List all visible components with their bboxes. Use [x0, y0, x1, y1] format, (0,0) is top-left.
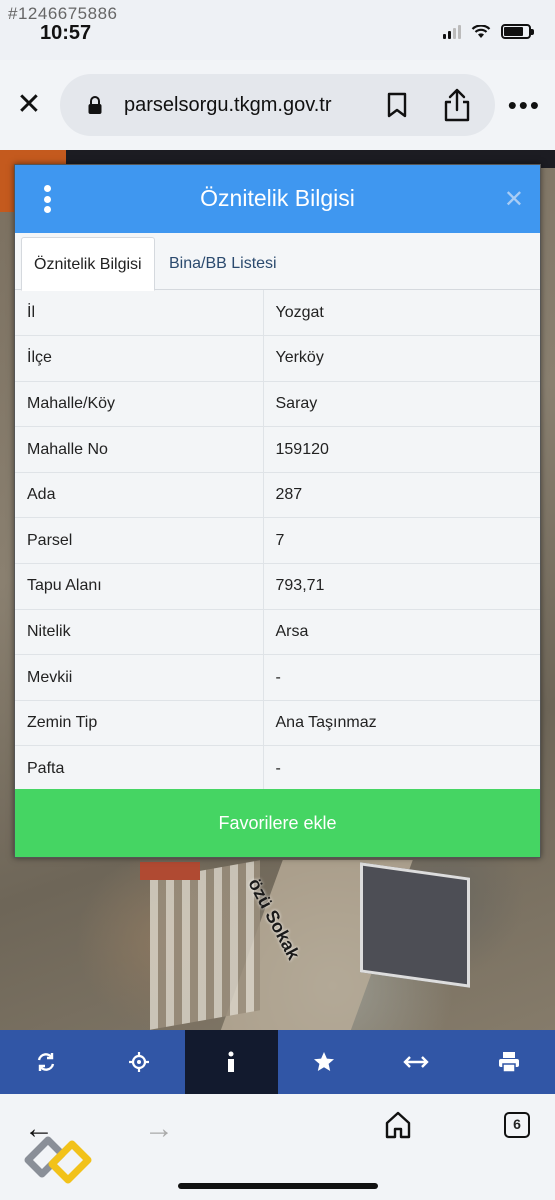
table-row: İlçe Yerköy [15, 335, 540, 382]
status-bar: #1246675886 10:57 [0, 0, 555, 60]
tab-attribute-info[interactable]: Öznitelik Bilgisi [21, 237, 155, 291]
attribute-info-modal: Öznitelik Bilgisi ✕ Öznitelik Bilgisi Bi… [14, 164, 541, 858]
row-label: İlçe [15, 335, 264, 382]
clock: 10:57 [40, 22, 92, 44]
row-label: Ada [15, 472, 264, 519]
row-label: Pafta [15, 745, 264, 793]
star-icon[interactable] [278, 1030, 371, 1094]
row-label: Mahalle No [15, 426, 264, 473]
row-value: 7 [263, 517, 540, 565]
table-row: Zemin Tip Ana Taşınmaz [15, 700, 540, 747]
info-icon[interactable] [185, 1030, 278, 1094]
table-row: Parsel 7 [15, 517, 540, 565]
cellular-signal-icon [443, 24, 461, 39]
row-label: Mahalle/Köy [15, 381, 264, 428]
add-to-favorites-button[interactable]: Favorilere ekle [15, 789, 540, 857]
table-row: Mevkii - [15, 654, 540, 701]
table-row: Ada 287 [15, 472, 540, 519]
map-building [360, 862, 470, 988]
row-value: 287 [263, 472, 540, 519]
address-bar[interactable]: parselsorgu.tkgm.gov.tr [60, 74, 495, 136]
battery-icon [501, 24, 534, 39]
share-icon[interactable] [442, 88, 472, 122]
home-indicator [178, 1183, 378, 1189]
row-value: Arsa [263, 609, 540, 656]
browser-bar: ✕ parselsorgu.tkgm.gov.tr ••• [0, 60, 555, 150]
modal-header: Öznitelik Bilgisi ✕ [15, 165, 540, 233]
table-row: Tapu Alanı 793,71 [15, 563, 540, 610]
refresh-icon[interactable] [0, 1030, 93, 1094]
url-text[interactable]: parselsorgu.tkgm.gov.tr [124, 94, 332, 117]
wifi-icon [471, 24, 491, 38]
row-value: - [263, 654, 540, 701]
row-value: Yozgat [263, 290, 540, 337]
row-value: Yerköy [263, 335, 540, 382]
row-value: 159120 [263, 426, 540, 473]
row-label: Tapu Alanı [15, 563, 264, 610]
tab-building-list[interactable]: Bina/BB Listesi [157, 237, 289, 291]
close-icon[interactable]: ✕ [14, 90, 44, 120]
row-label: Parsel [15, 517, 264, 565]
row-label: Zemin Tip [15, 700, 264, 747]
forward-arrow-icon[interactable]: → [144, 1112, 174, 1146]
table-row: Mahalle No 159120 [15, 426, 540, 473]
row-label: Mevkii [15, 654, 264, 701]
measure-icon[interactable] [370, 1030, 463, 1094]
row-value: Ana Taşınmaz [263, 700, 540, 747]
table-row: İl Yozgat [15, 290, 540, 337]
row-label: Nitelik [15, 609, 264, 656]
row-label: İl [15, 290, 264, 337]
listing-id-overlay: #1246675886 [8, 4, 118, 23]
status-icons [443, 24, 534, 39]
close-icon[interactable]: ✕ [504, 185, 524, 214]
table-row: Nitelik Arsa [15, 609, 540, 656]
bookmark-icon[interactable] [386, 92, 408, 118]
watermark-logo-icon [24, 1136, 92, 1184]
print-icon[interactable] [463, 1030, 555, 1094]
map-roof [140, 862, 200, 880]
map-toolbar [0, 1030, 555, 1094]
modal-title: Öznitelik Bilgisi [200, 185, 355, 211]
lock-icon [88, 96, 102, 114]
attribute-table: İl Yozgat İlçe Yerköy Mahalle/Köy Saray Mah… [15, 290, 540, 793]
more-options-icon[interactable]: ••• [508, 92, 541, 118]
locate-icon[interactable] [93, 1030, 186, 1094]
table-row: Pafta - [15, 745, 540, 793]
tabs-button[interactable]: 6 [504, 1112, 530, 1138]
row-value: Saray [263, 381, 540, 428]
modal-tabs: Öznitelik Bilgisi Bina/BB Listesi [15, 233, 540, 291]
home-icon[interactable] [384, 1110, 412, 1140]
row-value: 793,71 [263, 563, 540, 610]
row-value: - [263, 745, 540, 793]
table-row: Mahalle/Köy Saray [15, 381, 540, 428]
